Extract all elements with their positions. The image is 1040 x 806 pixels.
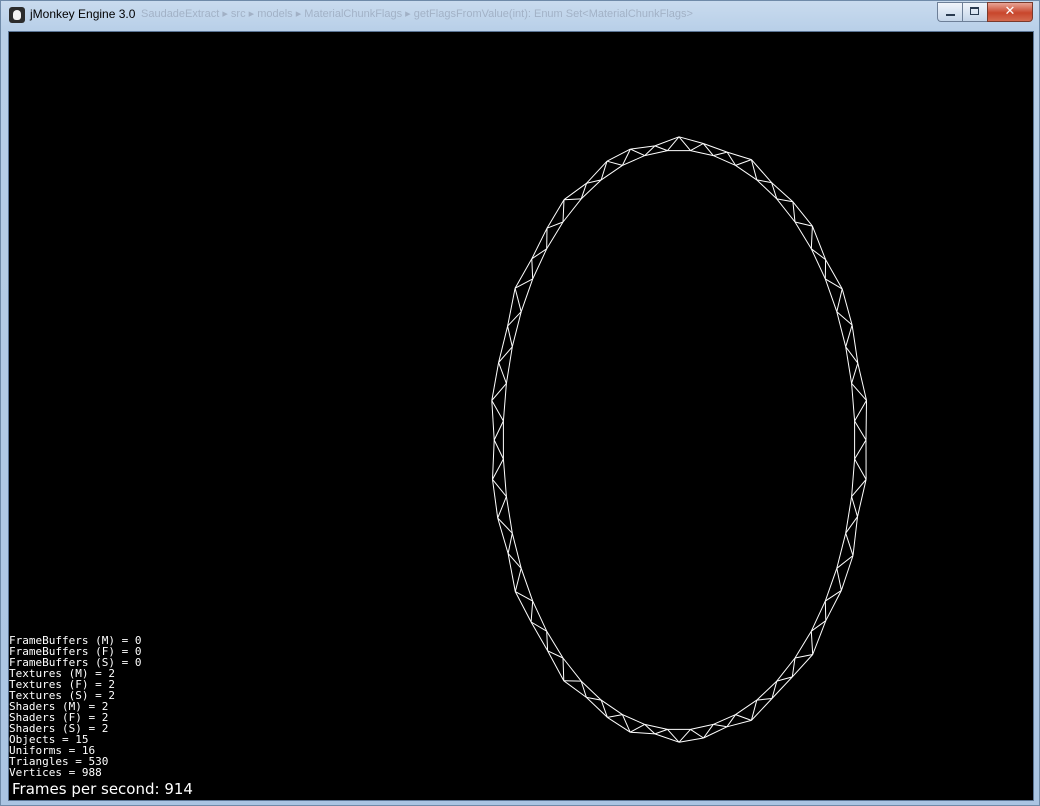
- mesh-edge: [810, 631, 814, 655]
- mesh-edge: [630, 731, 655, 735]
- mesh-edge: [810, 226, 813, 249]
- close-icon: ✕: [1004, 4, 1016, 19]
- stats-overlay: FrameBuffers (M) = 0 FrameBuffers (F) = 0…: [9, 635, 141, 778]
- mesh-edge: [563, 198, 582, 201]
- maximize-button[interactable]: [962, 2, 987, 22]
- mesh-edge: [493, 420, 504, 441]
- background-breadcrumb-ghost: SaudadeExtract ▸ src ▸ models ▸ Material…: [141, 8, 693, 20]
- mesh-edge: [600, 164, 623, 181]
- mesh-edge: [776, 198, 796, 223]
- app-window: jMonkey Engine 3.0 SaudadeExtract ▸ src …: [0, 0, 1040, 806]
- mesh-edge: [654, 728, 668, 735]
- mesh-edge: [562, 199, 565, 223]
- mesh-edge: [851, 496, 858, 517]
- close-button[interactable]: ✕: [987, 2, 1033, 22]
- mesh-edge: [794, 630, 812, 659]
- mesh-edge: [851, 383, 856, 422]
- mesh-edge: [630, 145, 655, 150]
- mesh-edge: [690, 143, 704, 152]
- mesh-edge: [531, 258, 534, 279]
- mesh-edge: [507, 288, 516, 327]
- mesh-edge: [841, 288, 853, 326]
- mesh-edge: [840, 555, 854, 591]
- mesh-edge: [845, 346, 853, 384]
- mesh-edge: [491, 362, 500, 401]
- mesh-edge: [825, 590, 842, 621]
- mesh-edge: [600, 699, 623, 716]
- mesh-edge: [606, 160, 623, 166]
- mesh-edge: [824, 278, 838, 312]
- mesh-edge: [493, 439, 504, 460]
- mesh-edge: [514, 568, 522, 592]
- mesh-edge: [713, 151, 728, 157]
- mesh-edge: [562, 657, 565, 681]
- mesh-edge: [854, 400, 867, 422]
- mesh-edge: [824, 601, 827, 621]
- mesh-edge: [678, 136, 704, 144]
- mesh-edge: [865, 400, 867, 441]
- mesh-edge: [507, 533, 513, 554]
- mesh-edge: [713, 723, 727, 728]
- render-viewport[interactable]: FrameBuffers (M) = 0 FrameBuffers (F) = 0…: [8, 31, 1034, 801]
- mesh-edge: [756, 698, 773, 701]
- mesh-edge: [546, 631, 549, 651]
- mesh-edge: [492, 439, 495, 480]
- mesh-edge: [562, 657, 582, 682]
- window-controls: ✕: [937, 2, 1033, 22]
- mesh-edge: [735, 159, 752, 166]
- mesh-edge: [851, 458, 856, 497]
- mesh-edge: [491, 400, 504, 422]
- mesh-edge: [654, 145, 668, 152]
- mesh-edge: [845, 496, 853, 534]
- mesh-edge: [690, 728, 704, 739]
- wireframe-ring-mesh: [491, 136, 867, 743]
- mesh-edge: [836, 288, 843, 312]
- minimize-icon: [946, 14, 955, 16]
- mesh-edge: [514, 288, 522, 312]
- mesh-edge: [836, 533, 847, 569]
- mesh-edge: [630, 148, 645, 157]
- mesh-edge: [794, 221, 812, 250]
- mesh-edge: [491, 400, 495, 441]
- mesh-edge: [854, 458, 867, 480]
- mesh-edge: [644, 150, 668, 157]
- mesh-edge: [644, 723, 668, 730]
- mesh-edge: [851, 362, 859, 384]
- mesh-edge: [507, 325, 513, 347]
- maximize-icon: [970, 7, 979, 15]
- mesh-edge: [502, 383, 507, 422]
- mesh-edge: [836, 311, 847, 347]
- mesh-edge: [629, 723, 645, 733]
- mesh-edge: [507, 553, 516, 592]
- mesh-edge: [622, 155, 645, 166]
- mesh-edge: [854, 439, 867, 460]
- mesh-edge: [530, 601, 534, 623]
- stat-line: Vertices = 988: [9, 766, 102, 779]
- mesh-edge: [836, 568, 842, 591]
- window-title: jMonkey Engine 3.0: [30, 7, 136, 21]
- mesh-edge: [607, 714, 623, 718]
- mesh-edge: [546, 221, 564, 250]
- fps-counter: Frames per second: 914: [12, 780, 193, 798]
- mesh-edge: [502, 458, 507, 497]
- mesh-edge: [498, 362, 507, 384]
- mesh-edge: [845, 324, 853, 347]
- mesh-edge: [497, 496, 507, 519]
- jmonkey-app-icon[interactable]: [9, 7, 25, 23]
- mesh-edge: [824, 568, 838, 602]
- mesh-edge: [854, 420, 867, 441]
- mesh-edge: [492, 458, 504, 480]
- minimize-button[interactable]: [937, 2, 962, 22]
- mesh-edge: [845, 533, 854, 556]
- mesh-edge: [562, 198, 582, 223]
- mesh-edge: [735, 714, 752, 721]
- title-bar[interactable]: jMonkey Engine 3.0 SaudadeExtract ▸ src …: [1, 1, 1039, 29]
